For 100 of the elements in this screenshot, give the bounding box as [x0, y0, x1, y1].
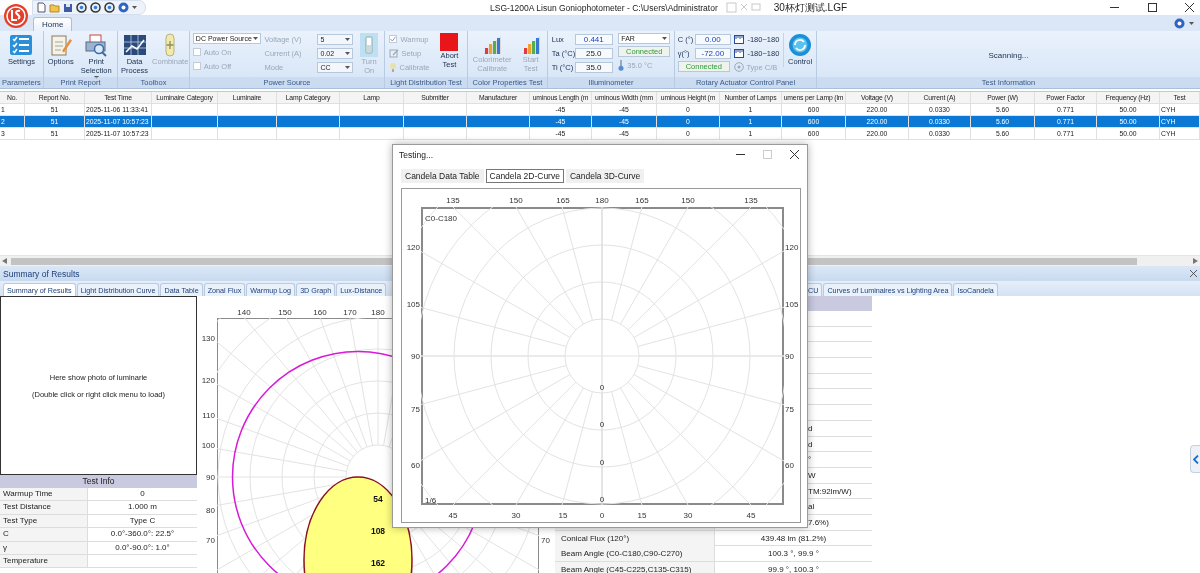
caret-icon [345, 65, 351, 69]
table-cell: Test Distance [0, 501, 88, 514]
gauge-icon[interactable] [104, 2, 115, 13]
axis-tick-label: 100 [201, 441, 215, 450]
axis-tick-label: 60 [411, 461, 420, 470]
axis-tick-label: 150 [509, 196, 523, 205]
axis-tick-label: 140 [237, 308, 251, 317]
caret-icon [662, 37, 668, 40]
clipboard-pencil-icon [49, 33, 72, 57]
table-cell-text: 0 [139, 488, 146, 500]
axis-tick-label: 105 [785, 300, 799, 309]
axis-tick-label: 135 [446, 196, 460, 205]
axis-tick-label: 30 [683, 511, 693, 520]
axis-tick-label: 15 [637, 511, 647, 520]
dialog-tab[interactable]: Candela 3D-Curve [565, 169, 645, 183]
axis-tick-label: 150 [681, 196, 695, 205]
bulb-icon [389, 62, 398, 72]
axis-tick-label: 150 [278, 308, 292, 317]
axis-tick-label: 45 [746, 511, 756, 520]
table-cell: C [0, 528, 88, 541]
axis-tick-label: 75 [785, 405, 794, 414]
table-cell-text: 0.0°-360.0°: 22.5° [109, 528, 176, 541]
app-logo-icon[interactable] [3, 2, 29, 29]
axis-tick-label: 90 [411, 352, 420, 361]
axis-tick-label: 120 [201, 376, 215, 385]
axis-tick-label: 45 [448, 511, 458, 520]
gauge-icon[interactable] [90, 2, 101, 13]
customize-caret-icon [132, 6, 137, 9]
axis-tick-label: 180 [371, 308, 385, 317]
maximize-icon[interactable] [1147, 3, 1157, 12]
dialog-tab[interactable]: Candela 2D-Curve [485, 169, 564, 183]
save-icon[interactable] [63, 2, 73, 13]
ruler-icon [734, 34, 745, 44]
table-cell: ° [808, 455, 812, 465]
ring-value-label: 0 [599, 495, 605, 504]
scroll-left-icon[interactable] [2, 258, 7, 264]
close-icon[interactable] [1190, 270, 1197, 277]
switch-icon [360, 33, 379, 57]
curve-plane-label: C0-C180 [425, 214, 457, 223]
axis-tick-label: 160 [313, 308, 327, 317]
table-cell: W [808, 470, 816, 480]
status-text: Scanning... [988, 50, 1029, 60]
table-cell: TM:92lm/W) [808, 486, 852, 496]
window-title: 30杯灯测试.LGF [773, 0, 848, 15]
circle-mark-icon [734, 62, 745, 72]
ring-value-label: 108 [370, 526, 386, 536]
checkmark-icon [390, 36, 397, 42]
page-indicator: 1/6 [425, 496, 437, 505]
panel-title: Summary of Results [3, 268, 80, 279]
ruler-icon [734, 48, 745, 58]
axis-tick-label: 110 [202, 411, 215, 420]
dialog-tab[interactable]: Candela Data Table [401, 169, 484, 183]
capsule-plus-icon [164, 33, 177, 57]
axis-tick-label: 105 [406, 300, 420, 309]
ring-value-label: 0 [599, 383, 605, 392]
axis-tick-label: 130 [201, 334, 215, 343]
caret-icon [93, 76, 99, 79]
help-icon[interactable] [1174, 17, 1185, 29]
ring-value-label: 54 [373, 494, 383, 504]
section-header: Test Info [0, 475, 197, 488]
axis-tick-label: 165 [635, 196, 649, 205]
close-icon[interactable] [1185, 3, 1194, 12]
stop-square-icon [440, 33, 459, 51]
help-icon[interactable] [118, 2, 129, 13]
printer-magnifier-icon [84, 33, 109, 57]
axis-tick-label: 70 [541, 536, 550, 545]
gauge-icon[interactable] [76, 2, 87, 13]
reading-value: 25.0 [574, 47, 613, 59]
axis-tick-label: 165 [556, 196, 570, 205]
ring-value-label: 162 [370, 558, 386, 568]
close-icon[interactable] [790, 150, 799, 159]
reading-value: -72.00 [694, 47, 731, 59]
axis-tick-label: 0 [599, 511, 605, 520]
table-cell: Beam Angle (C45-C225,C135-C315) [555, 562, 715, 573]
axis-tick-label: 180 [595, 196, 609, 205]
thermometer-icon [618, 59, 625, 71]
ribbon-tab[interactable]: Home [33, 17, 73, 31]
caret-icon [1189, 21, 1194, 25]
axis-tick-label: 15 [558, 511, 568, 520]
reading-value: 35.0 [574, 61, 613, 73]
window-title: LSG-1200A Lisun Goniophotometer - C:\Users\Administrator [490, 2, 718, 13]
reading-value: 0.441 [574, 33, 613, 45]
table-cell: al [808, 502, 815, 512]
table-cell: Beam Angle (C0-C180,C90-C270) [555, 546, 715, 562]
table-cell-text: 439.48 lm (81.2%) [759, 532, 828, 545]
collapse-tab[interactable] [1190, 445, 1200, 473]
caret-icon [345, 51, 351, 55]
checklist-icon [9, 33, 34, 57]
chevron-left-icon [1192, 454, 1199, 464]
axis-tick-label: 30 [511, 511, 521, 520]
axis-tick-label: 170 [343, 308, 357, 317]
axis-tick-label: 75 [411, 405, 420, 414]
pencil-note-icon [389, 48, 400, 58]
ring-value-label: 0 [599, 458, 605, 467]
axis-tick-label: 120 [785, 243, 799, 252]
new-file-icon[interactable] [37, 2, 46, 13]
scroll-right-icon[interactable] [1193, 258, 1198, 264]
axis-tick-label: 60 [785, 461, 794, 470]
dialog-title: Testing... [399, 149, 434, 160]
table-cell-text: 100.3 °, 99.9 ° [767, 548, 820, 561]
